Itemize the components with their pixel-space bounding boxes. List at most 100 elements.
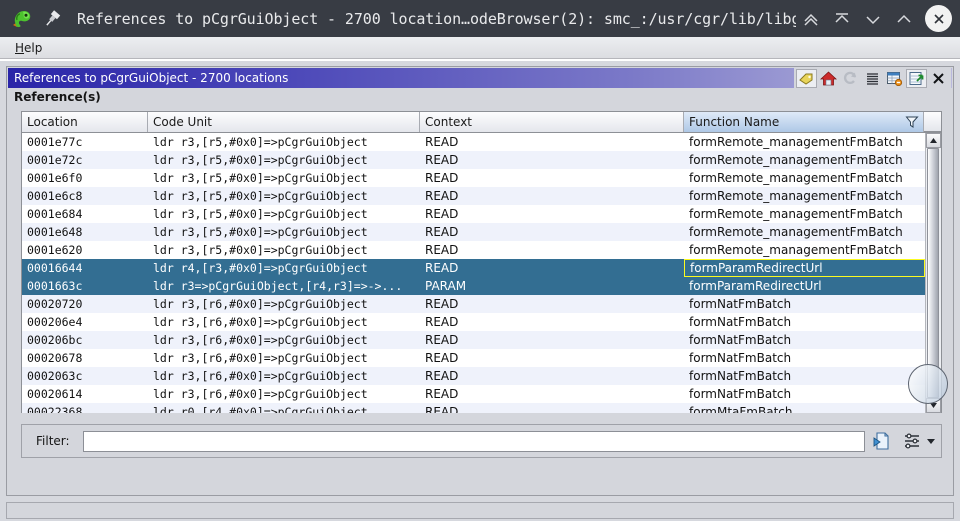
cell-location: 00016644 [22,259,148,277]
scrollbar-down-arrow[interactable] [926,398,941,413]
cell-function_name: formParamRedirectUrl [684,259,925,277]
cell-context: READ [420,367,684,385]
filter-settings-icon[interactable] [899,429,925,453]
cell-code_unit: ldr r3,[r5,#0x0]=>pCgrGuiObject [148,187,420,205]
table-row[interactable]: 00016644ldr r4,[r3,#0x0]=>pCgrGuiObjectR… [22,259,925,277]
cell-function_name: formRemote_managementFmBatch [684,223,925,241]
scrollbar-up-arrow[interactable] [926,133,941,148]
column-filter-icon[interactable] [905,115,919,129]
cell-function_name: formNatFmBatch [684,295,925,313]
cell-code_unit: ldr r3,[r6,#0x0]=>pCgrGuiObject [148,385,420,403]
table-row[interactable]: 000206e4ldr r3,[r6,#0x0]=>pCgrGuiObjectR… [22,313,925,331]
cell-code_unit: ldr r3,[r5,#0x0]=>pCgrGuiObject [148,151,420,169]
cell-location: 00022368 [22,403,148,413]
minimize-button[interactable] [858,4,888,34]
cell-context: READ [420,385,684,403]
table-row[interactable]: 0002063cldr r3,[r6,#0x0]=>pCgrGuiObjectR… [22,367,925,385]
table-row[interactable]: 0001e72cldr r3,[r5,#0x0]=>pCgrGuiObjectR… [22,151,925,169]
cell-context: READ [420,295,684,313]
list-lines-icon[interactable] [862,69,883,88]
table-row[interactable]: 0001e6f0ldr r3,[r5,#0x0]=>pCgrGuiObjectR… [22,169,925,187]
column-header-location[interactable]: Location [22,112,148,132]
cell-function_name: formRemote_managementFmBatch [684,205,925,223]
cell-location: 0001e648 [22,223,148,241]
window-title: References to pCgrGuiObject - 2700 locat… [77,10,796,28]
cell-function_name: formMtaFmBatch [684,403,925,413]
table-row[interactable]: 0001e648ldr r3,[r5,#0x0]=>pCgrGuiObjectR… [22,223,925,241]
cell-location: 0001e6c8 [22,187,148,205]
filter-document-icon[interactable] [869,429,895,453]
column-header-context-label: Context [425,115,472,129]
maximize-button[interactable] [889,4,919,34]
close-icon[interactable] [928,69,949,88]
menubar: Help [0,37,960,59]
menu-help-label: elp [24,41,42,55]
cell-code_unit: ldr r3,[r6,#0x0]=>pCgrGuiObject [148,295,420,313]
filter-bar: Filter: [21,424,942,458]
references-table: Location Code Unit Context Function Name [21,111,942,413]
table-remove-icon[interactable] [884,69,905,88]
column-header-code-unit[interactable]: Code Unit [148,112,420,132]
cell-location: 0001e72c [22,151,148,169]
table-row[interactable]: 00022368ldr r0,[r4,#0x0]=>pCgrGuiObjectR… [22,403,925,413]
table-row[interactable]: 0001663cldr r3=>pCgrGuiObject,[r4,r3]=>-… [22,277,925,295]
scrollbar-track[interactable] [926,148,941,398]
pin-icon[interactable] [41,8,63,30]
cell-function_name: formNatFmBatch [684,367,925,385]
column-header-context[interactable]: Context [420,112,684,132]
table-row[interactable]: 0001e684ldr r3,[r5,#0x0]=>pCgrGuiObjectR… [22,205,925,223]
cell-code_unit: ldr r3=>pCgrGuiObject,[r4,r3]=>->... [148,277,420,295]
cell-code_unit: ldr r3,[r5,#0x0]=>pCgrGuiObject [148,205,420,223]
cell-location: 0001e620 [22,241,148,259]
table-row[interactable]: 0001e77cldr r3,[r5,#0x0]=>pCgrGuiObjectR… [22,133,925,151]
highlight-tag-icon[interactable] [796,69,817,88]
cell-context: READ [420,187,684,205]
cell-location: 0002063c [22,367,148,385]
filter-input[interactable] [83,431,865,452]
cell-function_name: formRemote_managementFmBatch [684,151,925,169]
table-vertical-scrollbar[interactable] [925,133,941,413]
cell-context: READ [420,223,684,241]
cell-function_name: formRemote_managementFmBatch [684,241,925,259]
cell-context: READ [420,241,684,259]
table-row[interactable]: 00020720ldr r3,[r6,#0x0]=>pCgrGuiObjectR… [22,295,925,313]
scrollbar-thumb[interactable] [927,148,939,398]
cell-context: READ [420,313,684,331]
cell-function_name: formRemote_managementFmBatch [684,133,925,151]
cell-location: 00020614 [22,385,148,403]
cell-location: 0001663c [22,277,148,295]
table-export-icon[interactable] [906,69,927,88]
cell-context: READ [420,169,684,187]
table-row[interactable]: 00020678ldr r3,[r6,#0x0]=>pCgrGuiObjectR… [22,349,925,367]
column-header-function-name[interactable]: Function Name [684,112,924,132]
cell-code_unit: ldr r3,[r6,#0x0]=>pCgrGuiObject [148,313,420,331]
application-window: References to pCgrGuiObject - 2700 locat… [0,0,960,521]
table-rows: 0001e77cldr r3,[r5,#0x0]=>pCgrGuiObjectR… [22,133,925,413]
home-icon[interactable] [818,69,839,88]
refresh-icon[interactable] [840,69,861,88]
menu-help[interactable]: Help [10,39,47,57]
close-button[interactable] [925,5,952,32]
table-row[interactable]: 00020614ldr r3,[r6,#0x0]=>pCgrGuiObjectR… [22,385,925,403]
table-header-row: Location Code Unit Context Function Name [22,112,941,133]
cell-code_unit: ldr r4,[r3,#0x0]=>pCgrGuiObject [148,259,420,277]
table-row[interactable]: 0001e6c8ldr r3,[r5,#0x0]=>pCgrGuiObjectR… [22,187,925,205]
cell-location: 0001e6f0 [22,169,148,187]
cell-context: READ [420,205,684,223]
status-bar [6,502,954,519]
menu-help-mnemonic: H [15,41,24,55]
header-scrollbar-corner [924,112,941,132]
provider-toolbar [794,68,951,88]
cell-function_name: formNatFmBatch [684,313,925,331]
table-row[interactable]: 000206bcldr r3,[r6,#0x0]=>pCgrGuiObjectR… [22,331,925,349]
cell-code_unit: ldr r3,[r6,#0x0]=>pCgrGuiObject [148,349,420,367]
filter-dropdown-caret-icon[interactable] [925,429,937,453]
cell-code_unit: ldr r3,[r5,#0x0]=>pCgrGuiObject [148,223,420,241]
table-row[interactable]: 0001e620ldr r3,[r5,#0x0]=>pCgrGuiObjectR… [22,241,925,259]
dock-top-button[interactable] [827,4,857,34]
cell-location: 000206e4 [22,313,148,331]
cell-location: 0001e77c [22,133,148,151]
collapse-all-button[interactable] [796,4,826,34]
column-header-location-label: Location [27,115,78,129]
cell-location: 00020720 [22,295,148,313]
